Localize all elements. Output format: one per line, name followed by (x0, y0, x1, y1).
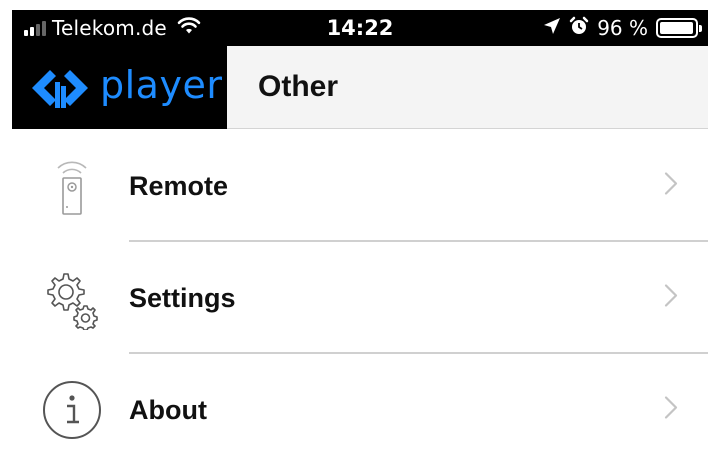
battery-fill (660, 22, 693, 34)
menu-list: Remote Settings About (12, 130, 708, 456)
menu-item-label: Settings (129, 282, 236, 313)
menu-item-settings[interactable]: Settings (12, 242, 708, 354)
logo-text: player (100, 62, 223, 107)
carrier-name: Telekom.de (52, 16, 167, 40)
app-logo: player (12, 46, 227, 129)
nav-bar: player Other (12, 46, 708, 129)
status-bar: Telekom.de 14:22 96 % (12, 10, 708, 46)
menu-item-label: About (129, 394, 207, 425)
signal-icon (24, 20, 46, 36)
status-right: 96 % (543, 10, 702, 46)
menu-item-about[interactable]: About (12, 354, 708, 456)
gears-icon (40, 266, 104, 330)
status-time: 14:22 (326, 16, 394, 40)
chevron-right-icon (664, 284, 678, 313)
remote-control-icon (40, 154, 104, 218)
alarm-icon (569, 16, 589, 41)
wifi-icon (177, 16, 201, 40)
nav-title-area: Other (227, 46, 708, 128)
battery-text: 96 % (597, 16, 648, 40)
info-icon (40, 378, 104, 442)
logo-mark-icon (32, 69, 88, 108)
location-arrow-icon (543, 16, 561, 40)
battery-icon (656, 18, 702, 38)
status-left: Telekom.de (12, 16, 201, 40)
chevron-right-icon (664, 172, 678, 201)
page-title: Other (258, 70, 339, 103)
menu-item-label: Remote (129, 170, 229, 201)
chevron-right-icon (664, 396, 678, 425)
menu-item-remote[interactable]: Remote (12, 130, 708, 242)
